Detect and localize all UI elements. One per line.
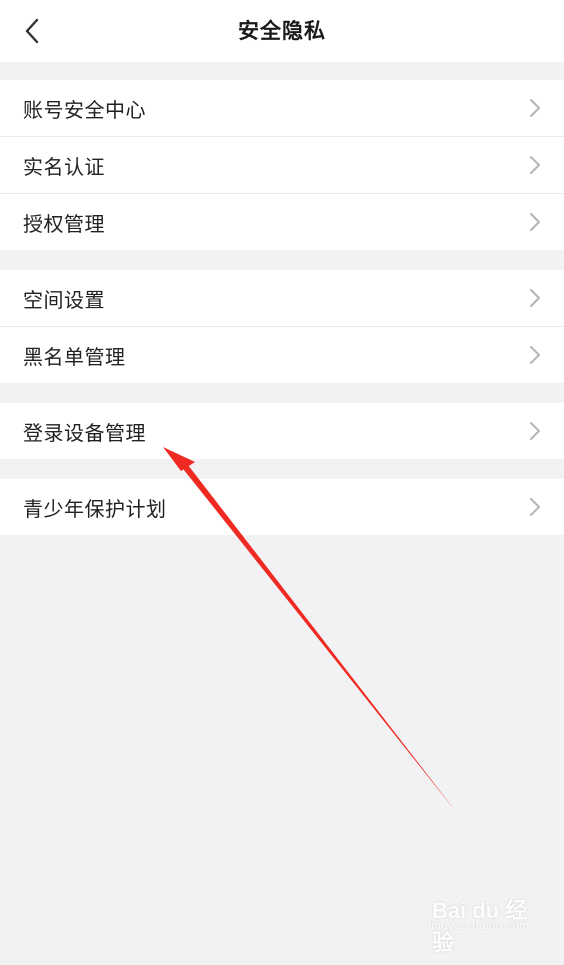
settings-item-space-settings[interactable]: 空间设置 xyxy=(0,270,564,327)
settings-item-label: 实名认证 xyxy=(23,154,105,179)
baidu-jingyan-watermark: Bai du 经验 jingyan.baidu.com xyxy=(424,885,534,955)
settings-item-blacklist-management[interactable]: 黑名单管理 xyxy=(0,327,564,383)
settings-item-login-device-management[interactable]: 登录设备管理 xyxy=(0,403,564,459)
settings-item-label: 登录设备管理 xyxy=(23,420,146,445)
settings-item-label: 授权管理 xyxy=(23,211,105,236)
settings-item-real-name-verification[interactable]: 实名认证 xyxy=(0,137,564,194)
watermark-subtext: jingyan.baidu.com xyxy=(428,919,530,932)
settings-item-label: 账号安全中心 xyxy=(23,97,146,122)
settings-item-account-security-center[interactable]: 账号安全中心 xyxy=(0,80,564,137)
chevron-right-icon xyxy=(530,422,540,440)
settings-group-youth: 青少年保护计划 xyxy=(0,479,564,535)
chevron-right-icon xyxy=(530,289,540,307)
settings-group-account: 账号安全中心 实名认证 授权管理 xyxy=(0,80,564,250)
chevron-right-icon xyxy=(530,156,540,174)
settings-item-label: 空间设置 xyxy=(23,287,105,312)
chevron-right-icon xyxy=(530,213,540,231)
settings-item-authorization-management[interactable]: 授权管理 xyxy=(0,194,564,250)
page-title: 安全隐私 xyxy=(238,19,326,43)
chevron-right-icon xyxy=(530,498,540,516)
settings-group-devices: 登录设备管理 xyxy=(0,403,564,459)
top-navigation-bar: 安全隐私 xyxy=(0,0,564,62)
settings-item-youth-protection-plan[interactable]: 青少年保护计划 xyxy=(0,479,564,535)
chevron-right-icon xyxy=(530,99,540,117)
settings-item-label: 青少年保护计划 xyxy=(23,496,167,521)
chevron-right-icon xyxy=(530,346,540,364)
settings-group-space: 空间设置 黑名单管理 xyxy=(0,270,564,383)
settings-item-label: 黑名单管理 xyxy=(23,344,126,369)
